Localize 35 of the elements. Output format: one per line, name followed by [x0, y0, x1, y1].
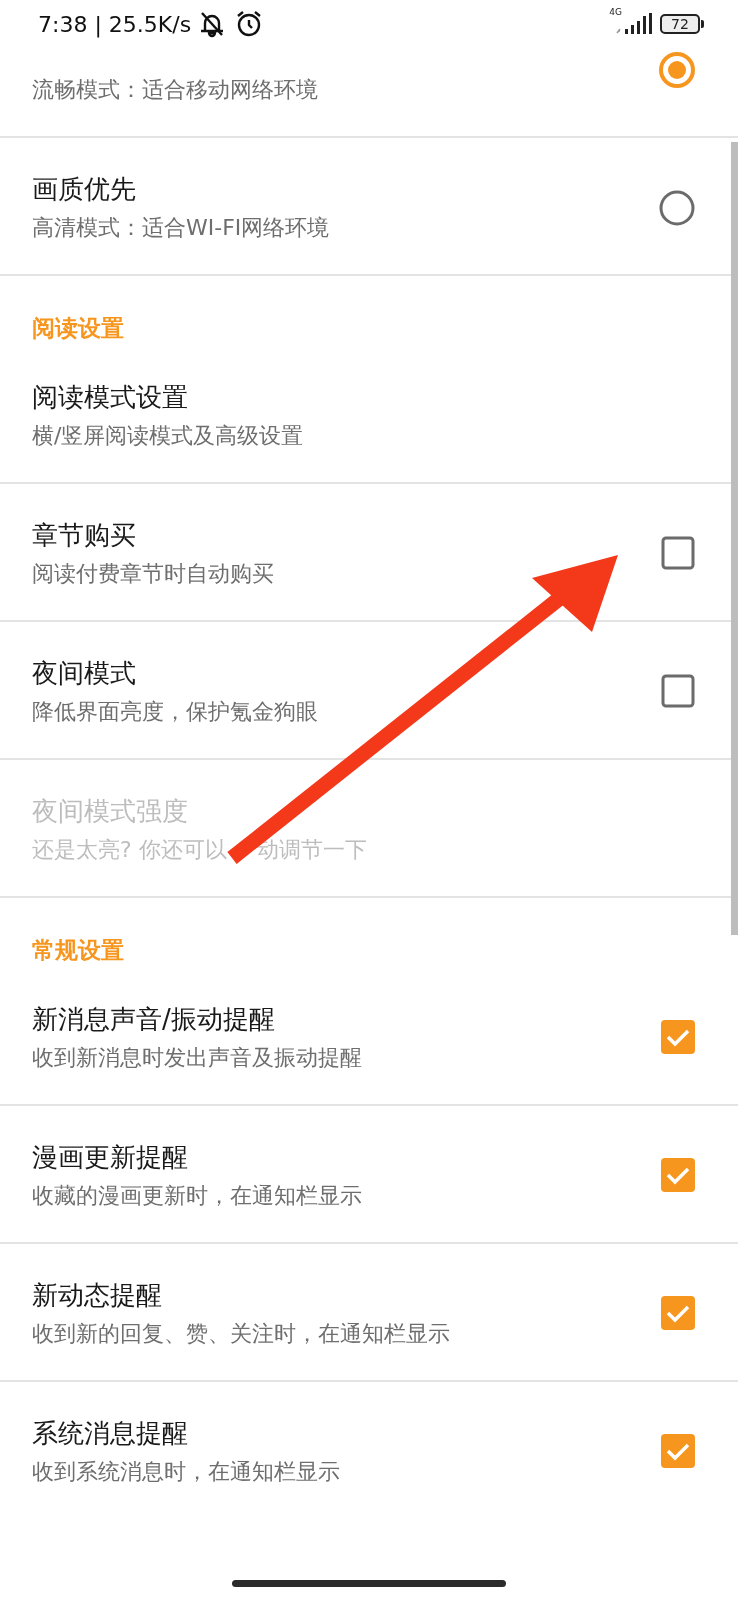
setting-description: 还是太亮? 你还可以	[32, 836, 227, 864]
setting-title: 夜间模式	[32, 657, 136, 690]
checkbox[interactable]	[660, 1433, 696, 1469]
checkbox[interactable]	[660, 1019, 696, 1055]
checkbox[interactable]	[660, 673, 696, 709]
setting-description: 收到系统消息时，在通知栏显示	[32, 1458, 340, 1486]
setting-description: 阅读付费章节时自动购买	[32, 560, 274, 588]
setting-description: 收藏的漫画更新时，在通知栏显示	[32, 1182, 362, 1210]
network-type: 4G	[609, 7, 622, 17]
setting-description: 降低界面亮度，保护氪金狗眼	[32, 698, 318, 726]
setting-description: 高清模式：适合WI-FI网络环境	[32, 214, 330, 242]
setting-title: 章节购买	[32, 519, 136, 552]
setting-description: 流畅模式：适合移动网络环境	[32, 76, 318, 104]
setting-description: 动调节一下	[256, 836, 367, 864]
setting-title: 漫画更新提醒	[32, 1141, 188, 1174]
setting-title: 夜间模式强度	[32, 795, 188, 828]
checkbox[interactable]	[660, 1295, 696, 1331]
setting-title: 系统消息提醒	[32, 1417, 188, 1450]
setting-title: 新动态提醒	[32, 1279, 162, 1312]
setting-description: 收到新的回复、赞、关注时，在通知栏显示	[32, 1320, 450, 1348]
status-time: 7:38 | 25.5K/s	[38, 11, 192, 37]
battery-level: 72	[660, 14, 700, 34]
setting-description: 收到新消息时发出声音及振动提醒	[32, 1044, 362, 1072]
setting-description: 横/竖屏阅读模式及高级设置	[32, 422, 304, 450]
section-header: 阅读设置	[32, 315, 124, 341]
checkbox[interactable]	[660, 535, 696, 571]
signal-icon	[616, 13, 652, 35]
setting-title: 阅读模式设置	[32, 381, 188, 414]
checkbox[interactable]	[660, 1157, 696, 1193]
section-header: 常规设置	[32, 937, 124, 963]
radio-button[interactable]	[658, 189, 696, 227]
radio-button[interactable]	[658, 51, 696, 89]
setting-title: 画质优先	[32, 173, 136, 206]
scrollbar[interactable]	[731, 142, 738, 935]
setting-title: 新消息声音/振动提醒	[32, 1003, 275, 1036]
